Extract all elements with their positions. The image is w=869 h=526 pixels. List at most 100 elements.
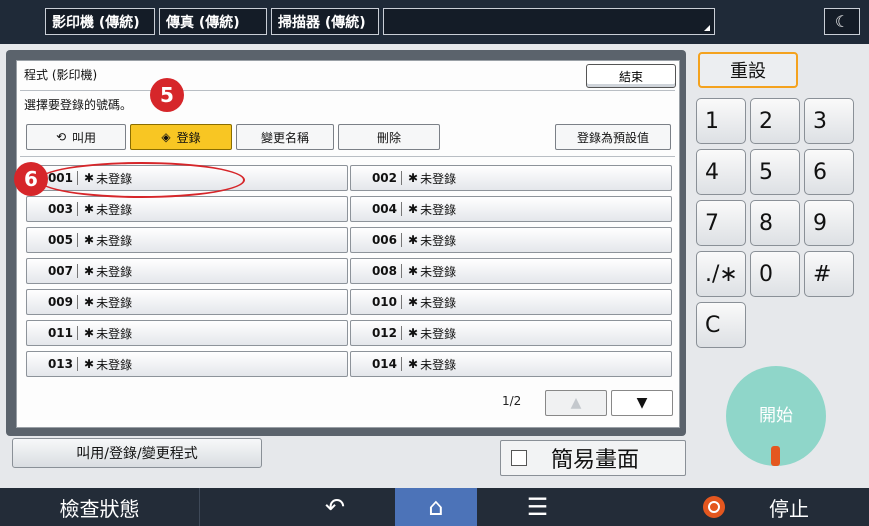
back-button[interactable]: ↶ (290, 488, 380, 526)
keypad-key[interactable]: C (696, 302, 746, 348)
back-arrow-icon: ↶ (324, 493, 346, 521)
recall-button[interactable]: ⟲ 叫用 (26, 124, 126, 150)
divider (20, 90, 675, 91)
separator (401, 295, 402, 309)
home-icon: ⌂ (428, 493, 444, 521)
tab-fax[interactable]: 傳真 (傳統) (159, 8, 267, 35)
stop-button[interactable]: 停止 (683, 488, 869, 526)
separator (401, 233, 402, 247)
home-icon-wrap: ⌂ (395, 488, 477, 526)
arrow-up-icon: ▲ (570, 395, 582, 411)
unregistered-mark-icon: ✱ (408, 202, 419, 216)
start-label: 開始 (759, 405, 793, 426)
keypad-key[interactable]: 1 (696, 98, 746, 144)
page-up-button[interactable]: ▲ (545, 390, 607, 416)
dialog-prompt: 選擇要登錄的號碼。 (24, 98, 133, 112)
register-icon: ◈ (161, 130, 171, 144)
checkbox-icon (511, 450, 527, 466)
unregistered-mark-icon: ✱ (408, 171, 419, 185)
program-number: 005 (47, 233, 73, 247)
program-number: 009 (47, 295, 73, 309)
simple-screen-label: 簡易畫面 (551, 448, 640, 473)
program-slot[interactable]: 005 ✱ 未登錄 (26, 227, 348, 253)
separator (77, 357, 78, 371)
separator (401, 357, 402, 371)
program-label: 未登錄 (96, 233, 133, 248)
keypad-key[interactable]: 3 (804, 98, 854, 144)
program-slot[interactable]: 002 ✱ 未登錄 (350, 165, 672, 191)
keypad-key[interactable]: 2 (750, 98, 800, 144)
tab-copier[interactable]: 影印機 (傳統) (45, 8, 155, 35)
rename-button[interactable]: 變更名稱 (236, 124, 334, 150)
unregistered-mark-icon: ✱ (84, 357, 95, 371)
tab-label: 掃描器 (傳統) (278, 14, 366, 31)
program-label: 未登錄 (420, 264, 457, 279)
program-slot[interactable]: 010 ✱ 未登錄 (350, 289, 672, 315)
unregistered-mark-icon: ✱ (84, 264, 95, 278)
program-number: 010 (371, 295, 397, 309)
set-default-button[interactable]: 登錄為預設值 (555, 124, 671, 150)
delete-button[interactable]: 刪除 (338, 124, 440, 150)
app-shortcut-area[interactable] (383, 8, 715, 35)
start-indicator (771, 446, 780, 466)
program-label: 未登錄 (96, 326, 133, 341)
keypad-key[interactable]: 0 (750, 251, 800, 297)
keypad-key[interactable]: ./∗ (696, 251, 746, 297)
program-slot[interactable]: 004 ✱ 未登錄 (350, 196, 672, 222)
program-slot[interactable]: 008 ✱ 未登錄 (350, 258, 672, 284)
program-slot[interactable]: 009 ✱ 未登錄 (26, 289, 348, 315)
program-label: 未登錄 (420, 326, 457, 341)
program-label: 未登錄 (96, 295, 133, 310)
end-button[interactable]: 結束 (586, 64, 676, 88)
separator (77, 233, 78, 247)
unregistered-mark-icon: ✱ (408, 326, 419, 340)
program-label: 未登錄 (420, 295, 457, 310)
tab-scanner[interactable]: 掃描器 (傳統) (271, 8, 379, 35)
separator (77, 326, 78, 340)
program-label: 未登錄 (420, 357, 457, 372)
energy-saver-button[interactable]: ☾ (824, 8, 860, 35)
separator (401, 202, 402, 216)
program-menu-button[interactable]: 叫用/登錄/變更程式 (12, 438, 262, 468)
program-slot[interactable]: 011 ✱ 未登錄 (26, 320, 348, 346)
page-down-button[interactable]: ▼ (611, 390, 673, 416)
stop-label: 停止 (769, 496, 809, 521)
register-button[interactable]: ◈ 登錄 (130, 124, 232, 150)
keypad-key[interactable]: 4 (696, 149, 746, 195)
keypad-key[interactable]: # (804, 251, 854, 297)
step-5-badge: 5 (150, 78, 184, 112)
keypad-key[interactable]: 7 (696, 200, 746, 246)
program-slot[interactable]: 007 ✱ 未登錄 (26, 258, 348, 284)
menu-button[interactable]: ☰ (495, 488, 580, 526)
program-slot[interactable]: 014 ✱ 未登錄 (350, 351, 672, 377)
program-slot[interactable]: 012 ✱ 未登錄 (350, 320, 672, 346)
program-label: 未登錄 (96, 357, 133, 372)
program-slot[interactable]: 003 ✱ 未登錄 (26, 196, 348, 222)
keypad-key[interactable]: 8 (750, 200, 800, 246)
moon-icon: ☾ (834, 12, 850, 31)
program-number: 002 (371, 171, 397, 185)
reset-button[interactable]: 重設 (698, 52, 798, 88)
program-slot[interactable]: 006 ✱ 未登錄 (350, 227, 672, 253)
program-slot[interactable]: 013 ✱ 未登錄 (26, 351, 348, 377)
program-number: 014 (371, 357, 397, 371)
separator (401, 171, 402, 185)
unregistered-mark-icon: ✱ (408, 295, 419, 309)
separator (401, 264, 402, 278)
separator (77, 295, 78, 309)
recall-icon: ⟲ (55, 130, 67, 144)
keypad-key[interactable]: 5 (750, 149, 800, 195)
expand-corner-icon (704, 25, 710, 31)
keypad-key[interactable]: 6 (804, 149, 854, 195)
program-number: 007 (47, 264, 73, 278)
separator (77, 264, 78, 278)
simple-screen-button[interactable]: 簡易畫面 (500, 440, 686, 476)
button-label: 登錄 (176, 130, 201, 145)
unregistered-mark-icon: ✱ (84, 202, 95, 216)
separator (77, 202, 78, 216)
program-label: 未登錄 (96, 202, 133, 217)
keypad-key[interactable]: 9 (804, 200, 854, 246)
program-number: 008 (371, 264, 397, 278)
tab-label: 傳真 (傳統) (166, 14, 240, 31)
check-status-button[interactable]: 檢查狀態 (0, 488, 200, 526)
